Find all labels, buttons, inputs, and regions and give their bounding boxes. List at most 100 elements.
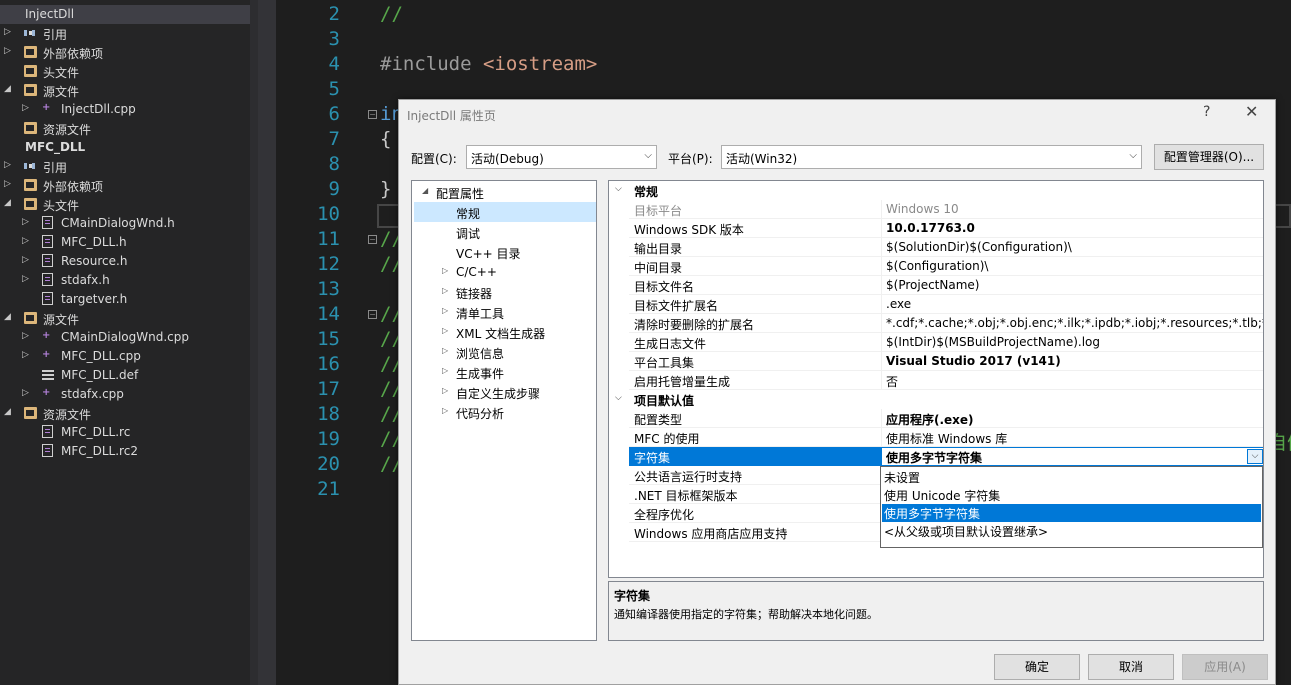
fold-toggle-icon[interactable]: − bbox=[368, 235, 377, 244]
expander-icon[interactable]: ▷ bbox=[442, 406, 448, 415]
tree-item[interactable]: ▷ 链接器 bbox=[414, 282, 596, 302]
solution-explorer-scrollbar[interactable] bbox=[250, 0, 258, 685]
solution-item[interactable]: InjectDll bbox=[0, 5, 250, 24]
solution-item[interactable]: MFC_DLL.rc2 bbox=[0, 442, 250, 461]
line-number: 11 bbox=[317, 228, 340, 250]
tree-item[interactable]: ▷ 代码分析 bbox=[414, 402, 596, 422]
config-manager-button[interactable]: 配置管理器(O)... bbox=[1154, 144, 1264, 170]
expander-icon[interactable]: ▷ bbox=[22, 236, 29, 246]
expander-icon[interactable]: ▷ bbox=[442, 346, 448, 355]
config-select[interactable]: 活动(Debug) ⌵ bbox=[466, 145, 657, 169]
property-row[interactable]: 目标文件名 $(ProjectName) bbox=[609, 276, 1263, 295]
collapse-icon[interactable]: ⌵ bbox=[615, 393, 622, 403]
expander-icon[interactable]: ◢ bbox=[4, 407, 11, 417]
property-row[interactable]: 配置类型 应用程序(.exe) bbox=[609, 409, 1263, 428]
dropdown-option[interactable]: 使用多字节字符集 bbox=[882, 504, 1261, 522]
solution-item[interactable]: ▷ 引用 bbox=[0, 24, 250, 43]
tree-item[interactable]: ▷ 清单工具 bbox=[414, 302, 596, 322]
expander-icon[interactable]: ▷ bbox=[442, 366, 448, 375]
solution-item[interactable]: ▷ MFC_DLL.h bbox=[0, 233, 250, 252]
property-category[interactable]: ⌵ 常规 bbox=[609, 181, 1263, 200]
solution-item[interactable]: MFC_DLL bbox=[0, 138, 250, 157]
solution-item[interactable]: 头文件 bbox=[0, 62, 250, 81]
ok-button[interactable]: 确定 bbox=[994, 654, 1080, 680]
expander-icon[interactable]: ▷ bbox=[4, 27, 11, 37]
property-row[interactable]: 生成日志文件 $(IntDir)$(MSBuildProjectName).log bbox=[609, 333, 1263, 352]
expander-icon[interactable]: ◢ bbox=[4, 198, 11, 208]
property-row[interactable]: Windows SDK 版本 10.0.17763.0 bbox=[609, 219, 1263, 238]
property-category[interactable]: ⌵ 项目默认值 bbox=[609, 390, 1263, 409]
tree-item[interactable]: ▷ XML 文档生成器 bbox=[414, 322, 596, 342]
solution-item[interactable]: ▷ Resource.h bbox=[0, 252, 250, 271]
line-number: 20 bbox=[317, 453, 340, 475]
solution-item[interactable]: targetver.h bbox=[0, 290, 250, 309]
expander-icon[interactable]: ▷ bbox=[22, 274, 29, 284]
solution-item[interactable]: ▷ 外部依赖项 bbox=[0, 43, 250, 62]
property-row[interactable]: 目标平台 Windows 10 bbox=[609, 200, 1263, 219]
solution-item[interactable]: MFC_DLL.def bbox=[0, 366, 250, 385]
solution-item[interactable]: ▷ CMainDialogWnd.h bbox=[0, 214, 250, 233]
cancel-button[interactable]: 取消 bbox=[1088, 654, 1174, 680]
expander-icon[interactable]: ▷ bbox=[442, 266, 448, 275]
solution-item[interactable]: ▷ 引用 bbox=[0, 157, 250, 176]
tree-item[interactable]: 常规 bbox=[414, 202, 596, 222]
expander-icon[interactable]: ▷ bbox=[22, 388, 29, 398]
charset-dropdown-list: 未设置 使用 Unicode 字符集 使用多字节字符集 <从父级或项目默认设置继承> bbox=[880, 466, 1263, 548]
tree-item[interactable]: 调试 bbox=[414, 222, 596, 242]
collapse-icon[interactable]: ⌵ bbox=[615, 184, 622, 194]
property-row[interactable]: 清除时要删除的扩展名 *.cdf;*.cache;*.obj;*.obj.enc;… bbox=[609, 314, 1263, 333]
solution-item[interactable]: ◢ 资源文件 bbox=[0, 404, 250, 423]
expander-icon[interactable]: ▷ bbox=[22, 103, 29, 113]
charset-select[interactable]: 使用多字节字符集 ⌵ bbox=[881, 447, 1263, 466]
solution-item[interactable]: ▷ stdafx.h bbox=[0, 271, 250, 290]
property-row[interactable]: 中间目录 $(Configuration)\ bbox=[609, 257, 1263, 276]
property-row[interactable]: 平台工具集 Visual Studio 2017 (v141) bbox=[609, 352, 1263, 371]
property-row[interactable]: 目标文件扩展名 .exe bbox=[609, 295, 1263, 314]
tree-item[interactable]: ▷ C/C++ bbox=[414, 262, 596, 282]
solution-item[interactable]: ▷ + CMainDialogWnd.cpp bbox=[0, 328, 250, 347]
solution-item[interactable]: ▷ + InjectDll.cpp bbox=[0, 100, 250, 119]
column-divider bbox=[881, 428, 882, 447]
tree-item[interactable]: VC++ 目录 bbox=[414, 242, 596, 262]
platform-select[interactable]: 活动(Win32) ⌵ bbox=[721, 145, 1142, 169]
expander-icon[interactable]: ▷ bbox=[22, 255, 29, 265]
expander-icon[interactable]: ◢ bbox=[422, 186, 428, 195]
expander-icon[interactable]: ▷ bbox=[442, 306, 448, 315]
expander-icon[interactable]: ◢ bbox=[4, 312, 11, 322]
property-row[interactable]: 字符集 使用多字节字符集 ⌵ bbox=[609, 447, 1263, 466]
expander-icon[interactable]: ▷ bbox=[442, 326, 448, 335]
solution-item[interactable]: ◢ 源文件 bbox=[0, 309, 250, 328]
expander-icon[interactable]: ▷ bbox=[4, 179, 11, 189]
tree-item[interactable]: ▷ 自定义生成步骤 bbox=[414, 382, 596, 402]
solution-item[interactable]: ◢ 源文件 bbox=[0, 81, 250, 100]
tree-item[interactable]: ▷ 生成事件 bbox=[414, 362, 596, 382]
solution-item[interactable]: ▷ + MFC_DLL.cpp bbox=[0, 347, 250, 366]
solution-item[interactable]: ▷ + stdafx.cpp bbox=[0, 385, 250, 404]
property-row[interactable]: MFC 的使用 使用标准 Windows 库 bbox=[609, 428, 1263, 447]
expander-icon[interactable]: ▷ bbox=[22, 350, 29, 360]
solution-item[interactable]: ▷ 外部依赖项 bbox=[0, 176, 250, 195]
dropdown-option[interactable]: <从父级或项目默认设置继承> bbox=[882, 522, 1261, 540]
property-row[interactable]: 启用托管增量生成 否 bbox=[609, 371, 1263, 390]
expander-icon[interactable]: ▷ bbox=[4, 46, 11, 56]
help-icon[interactable]: ? bbox=[1203, 104, 1210, 120]
solution-item[interactable]: 资源文件 bbox=[0, 119, 250, 138]
property-row[interactable]: 输出目录 $(SolutionDir)$(Configuration)\ bbox=[609, 238, 1263, 257]
fold-toggle-icon[interactable]: − bbox=[368, 310, 377, 319]
solution-item[interactable]: MFC_DLL.rc bbox=[0, 423, 250, 442]
dropdown-option[interactable]: 使用 Unicode 字符集 bbox=[882, 486, 1261, 504]
solution-item[interactable]: ◢ 头文件 bbox=[0, 195, 250, 214]
tree-item[interactable]: ▷ 浏览信息 bbox=[414, 342, 596, 362]
expander-icon[interactable]: ▷ bbox=[22, 217, 29, 227]
expander-icon[interactable]: ▷ bbox=[442, 286, 448, 295]
expander-icon[interactable]: ◢ bbox=[4, 84, 11, 94]
chevron-down-icon[interactable]: ⌵ bbox=[1247, 449, 1263, 464]
tree-item[interactable]: ◢ 配置属性 bbox=[414, 182, 596, 202]
apply-button[interactable]: 应用(A) bbox=[1182, 654, 1268, 680]
expander-icon[interactable]: ▷ bbox=[442, 386, 448, 395]
fold-toggle-icon[interactable]: − bbox=[368, 110, 377, 119]
expander-icon[interactable]: ▷ bbox=[22, 331, 29, 341]
close-icon[interactable]: ✕ bbox=[1245, 102, 1258, 121]
dropdown-option[interactable]: 未设置 bbox=[882, 468, 1261, 486]
expander-icon[interactable]: ▷ bbox=[4, 160, 11, 170]
